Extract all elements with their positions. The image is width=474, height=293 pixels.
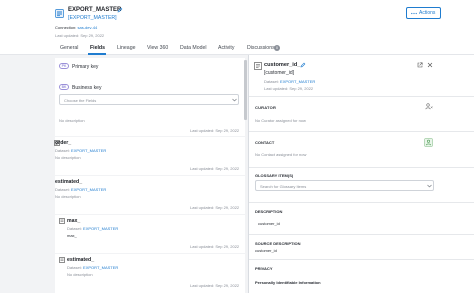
field-last-updated: Last updated: Sep 29, 2022: [190, 283, 240, 288]
section-divider: [249, 167, 474, 168]
detail-subtitle: [customer_id]: [264, 70, 295, 76]
section-divider: [249, 259, 474, 260]
field-last-updated: Last updated: Sep 29, 2022: [190, 244, 240, 249]
field-description: No description: [55, 194, 81, 199]
source-description-heading: SOURCE DESCRIPTION: [255, 241, 301, 246]
curator-heading: CURATOR: [255, 105, 277, 110]
curator-empty: No Curator assigned for now: [255, 118, 306, 123]
field-description: No description: [67, 272, 93, 277]
glossary-placeholder: Search for Glossary Items: [260, 184, 307, 189]
tab-view-360[interactable]: View 360: [147, 45, 168, 51]
chevron-down-icon: [427, 184, 432, 188]
connection-link[interactable]: sas-dev-44: [77, 25, 97, 30]
field-dataset-link[interactable]: EXPORT_MASTER: [83, 226, 118, 231]
assign-curator-icon[interactable]: [425, 103, 433, 110]
page-header: EXPORT_MASTER [EXPORT_MASTER] Connection…: [0, 0, 474, 43]
glossary-heading: GLOSSARY ITEM(S): [255, 173, 294, 178]
detail-title: customer_id_: [264, 62, 301, 68]
privacy-heading: PRIVACY: [255, 266, 273, 271]
edit-icon[interactable]: [117, 7, 123, 13]
primary-key-label: Primary key: [72, 64, 99, 70]
detail-dataset-link[interactable]: EXPORT_MASTER: [280, 79, 315, 84]
first-field-description: No description: [59, 118, 85, 123]
field-card[interactable]: order_ Dataset: EXPORT_MASTER No descrip…: [54, 137, 245, 175]
business-key-badge: BK: [59, 84, 69, 90]
actions-button[interactable]: Actions: [406, 7, 441, 19]
field-dataset-link[interactable]: EXPORT_MASTER: [71, 187, 106, 192]
actions-label: Actions: [419, 10, 436, 16]
field-dataset-link[interactable]: EXPORT_MASTER: [71, 148, 106, 153]
header-last-updated: Last updated: Sep 29, 2022: [55, 33, 105, 38]
tab-activity[interactable]: Activity: [218, 45, 234, 51]
field-name[interactable]: estimated_: [55, 179, 82, 185]
field-icon: [254, 62, 262, 70]
fields-scrollbar[interactable]: [244, 60, 247, 120]
business-key-label: Business key: [72, 85, 102, 91]
field-card[interactable]: max_ Dataset: EXPORT_MASTER max_ Last up…: [55, 215, 245, 253]
tab-general[interactable]: General: [60, 45, 78, 51]
detail-last-updated: Last updated: Sep 29, 2022: [264, 86, 314, 91]
edit-icon[interactable]: [300, 62, 306, 68]
field-description: No description: [55, 155, 81, 160]
page-title: EXPORT_MASTER: [68, 7, 122, 13]
description-heading: DESCRIPTION: [255, 209, 283, 214]
section-divider: [249, 96, 474, 97]
key-fields-select[interactable]: Choose the Fields: [59, 94, 239, 105]
field-dataset: Dataset: EXPORT_MASTER: [55, 148, 107, 153]
section-divider: [249, 202, 474, 203]
source-description-value: customer_id: [255, 248, 277, 253]
section-divider: [249, 131, 474, 132]
keys-card: PK Primary key BK Business key Choose th…: [55, 58, 245, 136]
tab-lineage[interactable]: Lineage: [117, 45, 135, 51]
more-icon: [411, 12, 417, 15]
field-card[interactable]: estimated_ Dataset: EXPORT_MASTER No des…: [55, 254, 245, 293]
page-subtitle: [EXPORT_MASTER]: [68, 15, 117, 21]
tab-data-model[interactable]: Data Model: [180, 45, 207, 51]
primary-key-badge: PK: [59, 63, 69, 69]
detail-dataset: Dataset: EXPORT_MASTER: [264, 79, 316, 84]
connection-row: Connection: sas-dev-44: [55, 25, 97, 30]
close-icon[interactable]: [427, 62, 433, 68]
open-external-icon[interactable]: [417, 62, 423, 68]
dataset-icon: [55, 9, 64, 18]
field-name[interactable]: max_: [67, 218, 80, 224]
field-type-icon: [59, 257, 65, 263]
contact-heading: CONTACT: [255, 140, 275, 145]
description-value[interactable]: customer_id: [258, 221, 280, 226]
field-last-updated: Last updated: Sep 29, 2022: [190, 205, 240, 210]
field-card[interactable]: estimated_ Dataset: EXPORT_MASTER No des…: [55, 176, 245, 214]
field-dataset: Dataset: EXPORT_MASTER: [67, 265, 119, 270]
connection-label: Connection:: [55, 25, 77, 30]
first-field-last-updated: Last updated: Sep 29, 2022: [190, 128, 240, 133]
privacy-value[interactable]: Personally Identifiable Information: [255, 280, 321, 285]
field-description: max_: [67, 233, 77, 238]
field-dataset: Dataset: EXPORT_MASTER: [67, 226, 119, 231]
key-fields-placeholder: Choose the Fields: [64, 98, 97, 103]
tab-fields[interactable]: Fields: [90, 45, 105, 51]
chevron-down-icon: [232, 98, 237, 102]
field-type-icon: [59, 218, 65, 224]
field-name[interactable]: estimated_: [67, 257, 94, 263]
tab-bar: General Fields Lineage View 360 Data Mod…: [0, 43, 474, 55]
field-last-updated: Last updated: Sep 29, 2022: [190, 166, 240, 171]
field-name[interactable]: order_: [55, 140, 71, 146]
glossary-search-input[interactable]: Search for Glossary Items: [255, 180, 434, 191]
field-dataset-link[interactable]: EXPORT_MASTER: [83, 265, 118, 270]
assign-contact-icon[interactable]: [424, 138, 433, 147]
field-dataset: Dataset: EXPORT_MASTER: [55, 187, 107, 192]
contact-empty: No Contact assigned for now: [255, 152, 307, 157]
discussions-count-badge: 0: [274, 45, 280, 51]
section-divider: [249, 234, 474, 235]
tab-discussions[interactable]: Discussions: [247, 45, 275, 51]
